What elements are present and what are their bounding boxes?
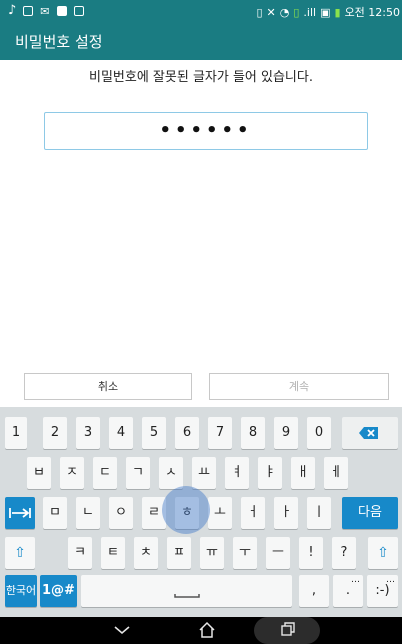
mute-icon: ✕ (266, 5, 276, 19)
key-u[interactable]: ㅜ (233, 537, 257, 569)
key-7[interactable]: 7 (208, 417, 232, 449)
continue-button[interactable]: 계속 (209, 373, 389, 400)
key-nieun[interactable]: ㄴ (76, 497, 100, 529)
key-giyeok[interactable]: ㄱ (126, 457, 150, 489)
photo-icon (73, 6, 84, 16)
space-icon (173, 594, 200, 598)
backspace-key[interactable] (342, 417, 398, 449)
battery-saver-icon: ▣ (320, 5, 331, 19)
vibrate-icon: ▯ (256, 5, 263, 19)
key-exclamation[interactable]: ! (299, 537, 323, 569)
key-6[interactable]: 6 (175, 417, 199, 449)
symbols-key[interactable]: 1@# (40, 575, 77, 607)
comma-key[interactable]: , (299, 575, 329, 607)
password-value: •••••• (159, 120, 253, 141)
password-field[interactable]: •••••• (44, 112, 368, 150)
status-left: ♪ ✉ (8, 4, 84, 18)
key-4[interactable]: 4 (109, 417, 133, 449)
next-key[interactable]: 다음 (342, 497, 398, 529)
key-jieut[interactable]: ㅈ (60, 457, 84, 489)
period-label: . (345, 583, 351, 598)
tab-icon (9, 508, 31, 518)
wifi-icon: ◔ (279, 5, 290, 19)
key-siot[interactable]: ㅅ (159, 457, 183, 489)
key-0[interactable]: 0 (307, 417, 331, 449)
save-icon (56, 6, 67, 16)
tab-key[interactable] (5, 497, 35, 529)
page-title: 비밀번호 설정 (15, 33, 103, 51)
home-icon[interactable] (198, 621, 216, 639)
key-9[interactable]: 9 (274, 417, 298, 449)
key-tieut[interactable]: ㅌ (101, 537, 125, 569)
key-yeo[interactable]: ㅕ (225, 457, 249, 489)
key-ieung[interactable]: ㅇ (109, 497, 133, 529)
battery-icon: ▮ (334, 5, 341, 19)
key-5[interactable]: 5 (142, 417, 166, 449)
key-ya[interactable]: ㅑ (258, 457, 282, 489)
navigation-bar (0, 617, 402, 644)
key-i[interactable]: ㅣ (307, 497, 331, 529)
key-chieut[interactable]: ㅊ (134, 537, 158, 569)
key-2[interactable]: 2 (43, 417, 67, 449)
key-3[interactable]: 3 (76, 417, 100, 449)
shift-left-key[interactable]: ⇧ (5, 537, 35, 569)
space-key[interactable] (81, 575, 292, 607)
cancel-button[interactable]: 취소 (24, 373, 192, 400)
backspace-icon (359, 427, 378, 439)
key-ae[interactable]: ㅐ (291, 457, 315, 489)
touch-highlight (162, 486, 210, 534)
language-key[interactable]: 한국어 (5, 575, 37, 607)
back-icon[interactable] (112, 620, 132, 640)
mail-icon: ✉ (40, 4, 50, 18)
key-digeut[interactable]: ㄷ (93, 457, 117, 489)
key-yo[interactable]: ㅛ (192, 457, 216, 489)
key-bieup[interactable]: ㅂ (27, 457, 51, 489)
key-o[interactable]: ㅗ (208, 497, 232, 529)
data-icon: ▯ (293, 5, 300, 19)
shift-icon: ⇧ (377, 545, 389, 561)
status-right: ▯ ✕ ◔ ▯ .ill ▣ ▮ 오전 12:50 (256, 4, 400, 20)
emoticon-key[interactable]: :-) … (367, 575, 398, 607)
clock: 오전 12:50 (344, 6, 400, 19)
key-mieum[interactable]: ㅁ (43, 497, 67, 529)
app-bar: 비밀번호 설정 (0, 24, 402, 60)
key-pieup[interactable]: ㅍ (167, 537, 191, 569)
key-eo[interactable]: ㅓ (241, 497, 265, 529)
key-1[interactable]: 1 (5, 417, 27, 449)
key-yu[interactable]: ㅠ (200, 537, 224, 569)
music-icon: ♪ (8, 3, 17, 18)
status-bar: ♪ ✉ ▯ ✕ ◔ ▯ .ill ▣ ▮ 오전 12:50 (0, 0, 402, 24)
key-kieuk[interactable]: ㅋ (68, 537, 92, 569)
ellipsis-label: … (351, 575, 360, 585)
key-a[interactable]: ㅏ (274, 497, 298, 529)
key-8[interactable]: 8 (241, 417, 265, 449)
gallery-icon (23, 6, 34, 16)
recent-apps-icon[interactable] (281, 622, 295, 636)
error-message: 비밀번호에 잘못된 글자가 들어 있습니다. (89, 70, 313, 85)
key-eu[interactable]: ㅡ (266, 537, 290, 569)
shift-icon: ⇧ (14, 545, 26, 561)
period-key[interactable]: . … (333, 575, 363, 607)
ellipsis-label: … (386, 575, 395, 585)
key-e[interactable]: ㅔ (324, 457, 348, 489)
signal-icon: .ill (303, 5, 317, 19)
